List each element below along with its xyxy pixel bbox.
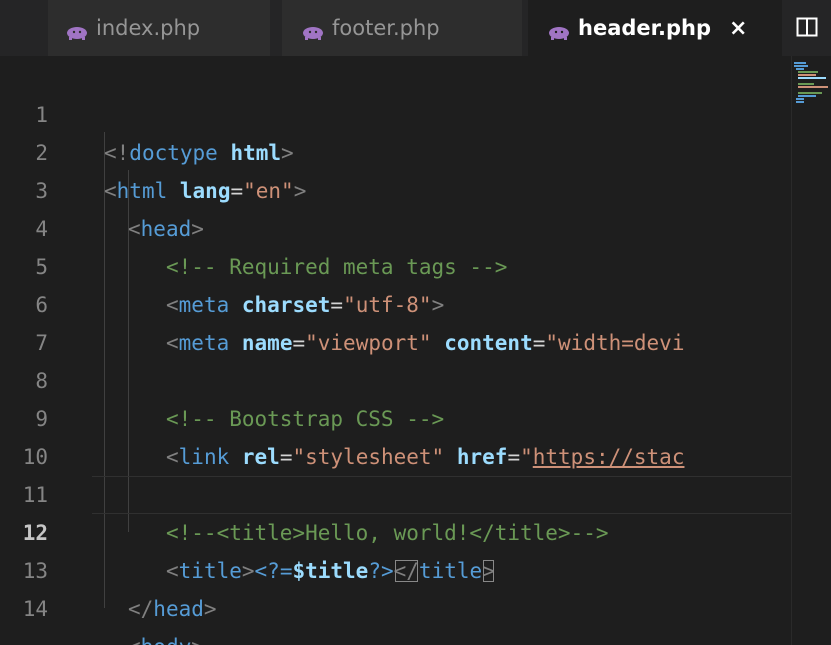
close-tab-icon[interactable]: × bbox=[729, 16, 747, 41]
token-punct: > bbox=[191, 635, 204, 645]
code-line: 11 <!--<title>Hello, world!</title>--> bbox=[0, 438, 791, 545]
minimap-line bbox=[798, 95, 816, 97]
token-punct: < bbox=[128, 635, 141, 645]
minimap-line bbox=[798, 92, 822, 94]
token-punct: > bbox=[203, 597, 217, 621]
tab-label: footer.php bbox=[332, 16, 440, 40]
tab-bar: index.php footer.php header.php × bbox=[0, 0, 831, 56]
code-line: 14 <body> bbox=[0, 552, 791, 645]
tab-index-php[interactable]: index.php bbox=[48, 0, 270, 56]
php-elephant-icon bbox=[302, 21, 324, 40]
token-tag: body bbox=[141, 635, 192, 645]
minimap-line bbox=[794, 62, 806, 64]
code-line: 4 <!-- Required meta tags --> bbox=[0, 172, 791, 279]
minimap[interactable] bbox=[791, 56, 831, 645]
code-line: 3 <head> bbox=[0, 134, 791, 241]
minimap-line bbox=[796, 98, 804, 100]
minimap-line bbox=[798, 77, 826, 79]
tab-label: header.php bbox=[578, 16, 711, 40]
code-line: 13 </head> bbox=[0, 514, 791, 621]
tab-label: index.php bbox=[96, 16, 201, 40]
minimap-line bbox=[796, 101, 804, 103]
code-line: 1 <!doctype html> bbox=[0, 58, 791, 165]
code-line: 8 <!-- Bootstrap CSS --> bbox=[0, 324, 791, 431]
minimap-line bbox=[796, 68, 804, 70]
token-punct: </ bbox=[128, 597, 154, 621]
tab-footer-php[interactable]: footer.php bbox=[282, 0, 522, 56]
tab-header-php[interactable]: header.php × bbox=[528, 0, 782, 56]
php-elephant-icon bbox=[548, 21, 570, 40]
line-number: 14 bbox=[22, 597, 48, 621]
php-elephant-icon bbox=[66, 21, 88, 40]
token-tag: head bbox=[153, 597, 204, 621]
minimap-line bbox=[798, 86, 828, 88]
code-line: 7 bbox=[0, 286, 791, 355]
code-line: 9 <link rel="stylesheet" href="https://s… bbox=[0, 362, 791, 469]
minimap-line bbox=[798, 83, 814, 85]
split-editor-icon[interactable] bbox=[794, 14, 820, 40]
code-line: 10 bbox=[0, 400, 791, 469]
code-line: 5 <meta charset="utf-8"> bbox=[0, 210, 791, 317]
minimap-line bbox=[798, 74, 816, 76]
code-line: 6 <meta name="viewport" content="width=d… bbox=[0, 248, 791, 355]
code-editor[interactable]: 1 <!doctype html> 2 <html lang="en"> 3 <… bbox=[0, 56, 791, 645]
minimap-line bbox=[794, 65, 808, 67]
minimap-line bbox=[798, 71, 818, 73]
code-line-current: 12 <title><?=$title?></title> bbox=[0, 476, 791, 583]
code-line: 2 <html lang="en"> bbox=[0, 96, 791, 203]
